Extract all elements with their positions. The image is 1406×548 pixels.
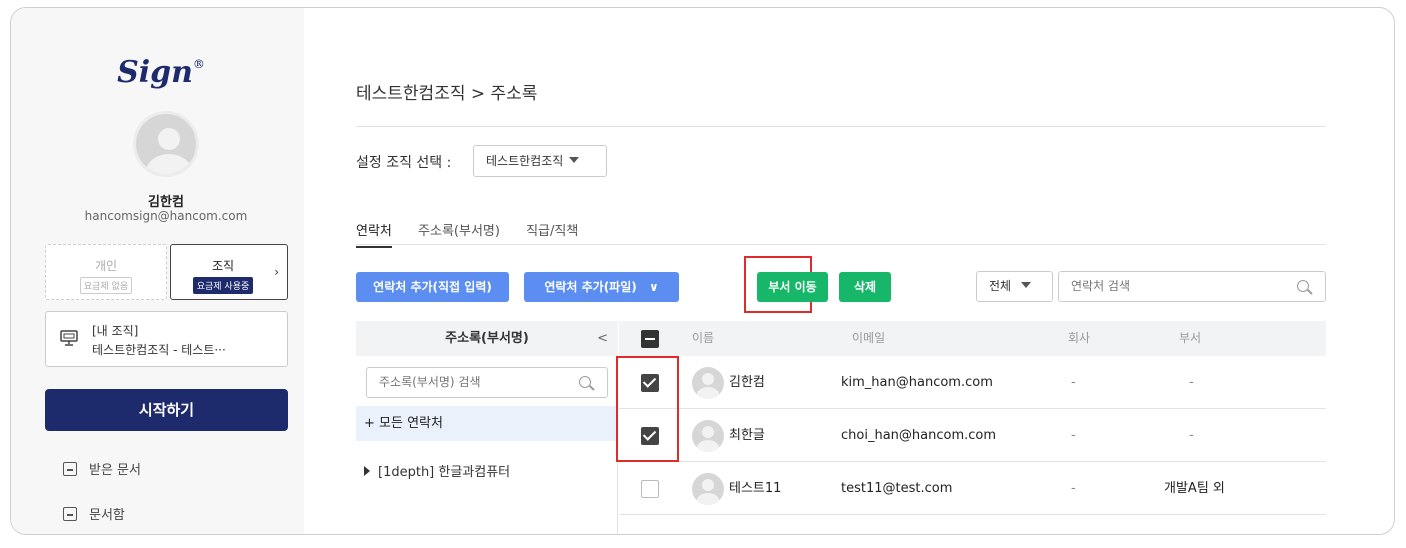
divider — [356, 244, 1326, 245]
tree-item-label: [1depth] 한글과컴퓨터 — [378, 465, 511, 480]
org-box-title: [내 조직] — [92, 324, 139, 338]
plan-org-label: 조직 — [211, 259, 235, 273]
user-email: hancomsign@hancom.com — [84, 209, 248, 223]
delete-button[interactable]: 삭제 — [839, 272, 891, 302]
avatar — [692, 473, 724, 505]
contact-name: 테스트11 — [729, 481, 782, 496]
tree-item-all-contacts[interactable]: + 모든 연락처 — [356, 406, 618, 441]
document-box-icon — [63, 507, 77, 521]
column-header-name[interactable]: 이름 — [692, 321, 714, 356]
plan-org-badge: 요금제 사용중 — [192, 277, 254, 294]
contact-company: - — [1071, 428, 1076, 443]
highlight-box — [616, 356, 679, 462]
contact-name: 김한컴 — [729, 375, 765, 390]
plan-org-card[interactable]: 조직 요금제 사용중 › — [170, 244, 288, 300]
column-header-email[interactable]: 이메일 — [852, 321, 885, 356]
breadcrumb: 테스트한컴조직 > 주소록 — [356, 84, 538, 104]
avatar — [133, 111, 199, 177]
contact-dept: - — [1189, 375, 1194, 390]
table-row[interactable]: 테스트11 test11@test.com - 개발A팀 외 — [619, 463, 1326, 515]
move-dept-button[interactable]: 부서 이동 — [757, 272, 828, 302]
table-header: 이름 이메일 회사 부서 — [619, 321, 1326, 356]
tree-search-input[interactable] — [379, 375, 569, 389]
filter-value: 전체 — [989, 279, 1012, 293]
tab-position[interactable]: 직급/직책 — [526, 220, 578, 246]
org-select-dropdown[interactable]: 테스트한컴조직 — [473, 145, 607, 177]
table-row[interactable]: 김한컴 kim_han@hancom.com - - — [619, 357, 1326, 409]
column-header-company[interactable]: 회사 — [1068, 321, 1090, 356]
contact-email: choi_han@hancom.com — [841, 428, 997, 443]
contact-email: kim_han@hancom.com — [841, 375, 993, 390]
contact-search-input[interactable] — [1071, 279, 1291, 293]
select-all-checkbox[interactable] — [641, 330, 659, 348]
caret-down-icon — [569, 157, 580, 163]
table-row[interactable]: 최한글 choi_han@hancom.com - - — [619, 410, 1326, 462]
tree-header: 주소록(부서명) < — [356, 321, 618, 356]
app-window: Sign® 김한컴 hancomsign@hancom.com 개인 요금제 없… — [10, 7, 1395, 535]
monitor-icon — [60, 330, 78, 346]
caret-down-icon — [1021, 282, 1032, 288]
current-org-selector[interactable]: [내 조직] 테스트한컴조직 - 테스트··· — [45, 311, 288, 367]
contact-search — [1058, 271, 1326, 302]
sidebar: Sign® 김한컴 hancomsign@hancom.com 개인 요금제 없… — [11, 8, 304, 534]
search-icon[interactable] — [579, 376, 591, 388]
divider — [356, 126, 1326, 127]
tree-header-title: 주소록(부서명) — [445, 331, 529, 346]
contact-company: - — [1071, 481, 1076, 496]
tab-address-book-dept[interactable]: 주소록(부서명) — [418, 220, 500, 246]
sign-logo[interactable]: Sign® — [111, 55, 211, 90]
collapse-icon[interactable]: < — [597, 321, 608, 356]
tree-search — [366, 367, 608, 398]
sidebar-item-inbox[interactable]: 받은 문서 — [63, 459, 141, 478]
start-button[interactable]: 시작하기 — [45, 389, 288, 431]
sidebar-item-label: 받은 문서 — [89, 463, 141, 478]
avatar — [692, 367, 724, 399]
sidebar-item-document-box[interactable]: 문서함 — [63, 504, 125, 523]
contact-name: 최한글 — [729, 428, 765, 443]
add-contact-file-button[interactable]: 연락처 추가(파일) ∨ — [524, 272, 679, 302]
contact-company: - — [1071, 375, 1076, 390]
plan-personal-card[interactable]: 개인 요금제 없음 — [45, 244, 167, 300]
org-box-name: 테스트한컴조직 - 테스트··· — [92, 343, 226, 357]
search-icon[interactable] — [1297, 280, 1309, 292]
row-checkbox[interactable] — [641, 480, 659, 498]
add-contact-file-label: 연락처 추가(파일) — [544, 280, 637, 294]
contact-dept: - — [1189, 428, 1194, 443]
sidebar-item-label: 문서함 — [89, 508, 125, 523]
avatar — [692, 420, 724, 452]
tree-item-dept[interactable]: [1depth] 한글과컴퓨터 — [364, 461, 510, 480]
inbox-icon — [63, 462, 77, 476]
plan-personal-badge: 요금제 없음 — [79, 277, 133, 294]
address-book-tree: 주소록(부서명) < + 모든 연락처 [1depth] 한글과컴퓨터 — [356, 321, 618, 534]
org-select-value: 테스트한컴조직 — [486, 154, 564, 168]
org-select-label: 설정 조직 선택 : — [356, 155, 452, 171]
contact-email: test11@test.com — [841, 481, 953, 496]
chevron-down-icon: ∨ — [648, 280, 659, 294]
chevron-right-icon: › — [274, 265, 279, 279]
column-header-dept[interactable]: 부서 — [1179, 321, 1201, 356]
contact-dept: 개발A팀 외 — [1164, 481, 1225, 496]
expand-triangle-icon[interactable] — [364, 466, 370, 476]
add-contact-direct-button[interactable]: 연락처 추가(직접 입력) — [356, 272, 509, 302]
filter-dropdown[interactable]: 전체 — [976, 271, 1053, 302]
user-name: 김한컴 — [148, 195, 184, 210]
plan-personal-label: 개인 — [94, 259, 118, 273]
